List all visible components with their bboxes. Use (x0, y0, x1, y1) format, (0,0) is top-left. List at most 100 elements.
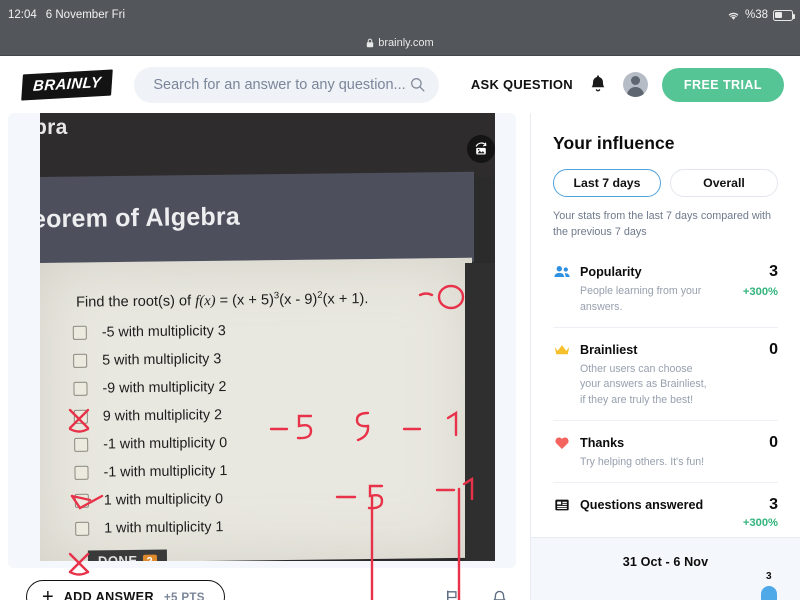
done-button[interactable]: DONE 2 (87, 549, 168, 561)
period-tabs: Last 7 days Overall (553, 169, 778, 197)
stat-description: Try helping others. It's fun! (580, 456, 705, 469)
stat-value: 3 (769, 496, 778, 514)
photo-top-band (40, 113, 495, 177)
question-eq: = (x + 5) (215, 292, 275, 309)
stat-header: Brainliest 0 (553, 341, 778, 359)
stat-name: Brainliest (580, 343, 638, 357)
people-icon (554, 266, 570, 278)
option-list: -5 with multiplicity 3 5 with multiplici… (72, 317, 229, 543)
option-checkbox[interactable] (73, 353, 88, 368)
stat-value: 3 (769, 263, 778, 281)
avatar[interactable] (622, 72, 648, 97)
search-input[interactable] (153, 76, 410, 93)
question-image-card[interactable]: bra eorem of Algebra Find the root(s) of… (8, 113, 516, 568)
stat-brainliest: Brainliest 0 Other users can choose your… (553, 327, 778, 420)
bell-icon[interactable] (587, 74, 609, 96)
ask-question-button[interactable]: ASK QUESTION (471, 77, 573, 92)
chart-bar-value: 3 (765, 571, 772, 582)
stat-delta: +300% (742, 517, 778, 530)
wifi-icon (728, 12, 739, 20)
option-row[interactable]: -1 with multiplicity 1 (74, 457, 228, 487)
brainly-logo[interactable]: BRAINLY (21, 68, 114, 101)
option-label: 9 with multiplicity 2 (102, 407, 223, 425)
page-title: Your influence (553, 133, 675, 153)
question-prefix: Find the root(s) of (75, 293, 196, 311)
option-checkbox[interactable] (74, 493, 89, 508)
add-answer-points: +5 PTS (163, 590, 205, 600)
photo-right-edge (465, 263, 495, 561)
stat-popularity: Popularity 3 People learning from your a… (553, 250, 778, 327)
search-icon[interactable] (410, 77, 425, 92)
question-text: Find the root(s) of f(x) = (x + 5)3(x - … (76, 289, 369, 311)
flag-icon[interactable] (444, 589, 461, 600)
rotate-image-icon (475, 142, 487, 155)
stat-description: Other users can choose your answers as B… (580, 363, 707, 406)
bell-icon[interactable] (491, 589, 508, 600)
weekly-activity-chart: 31 Oct - 6 Nov 3 (531, 537, 800, 600)
chart-title: 31 Oct - 6 Nov (622, 555, 709, 569)
stat-name: Thanks (580, 436, 625, 451)
influence-sidebar: Your influence Last 7 days Overall Your … (530, 113, 800, 600)
stat-name: Questions answered (580, 498, 704, 513)
option-label: 1 with multiplicity 0 (103, 491, 224, 509)
tab-overall[interactable]: Overall (670, 169, 778, 197)
question-mid: (x - 9) (279, 291, 318, 309)
stat-description: People learning from your answers. (580, 285, 702, 313)
option-row[interactable]: 1 with multiplicity 0 (74, 485, 228, 515)
crown-icon (554, 345, 570, 355)
answer-action-bar: + ADD ANSWER +5 PTS (0, 568, 530, 600)
done-badge: 2 (142, 554, 158, 561)
stat-name: Popularity (580, 265, 642, 280)
action-bar-icons (444, 589, 508, 600)
option-row[interactable]: 5 with multiplicity 3 (73, 345, 226, 375)
plus-icon: + (42, 586, 54, 600)
option-label: -9 with multiplicity 2 (102, 379, 227, 397)
stats-list: Popularity 3 People learning from your a… (553, 250, 778, 529)
rotate-image-button[interactable] (467, 135, 495, 163)
sidebar-subtitle: Your stats from the last 7 days compared… (553, 210, 772, 238)
chart-bar (760, 586, 777, 600)
search-bar[interactable] (134, 66, 439, 103)
browser-url-bar[interactable]: brainly.com (0, 30, 800, 56)
stat-header: Questions answered 3 (553, 496, 778, 514)
lock-icon (367, 38, 374, 47)
site-header: BRAINLY ASK QUESTION FREE TRIAL (0, 56, 800, 113)
battery-percent: %38 (744, 9, 768, 21)
page-body: bra eorem of Algebra Find the root(s) of… (0, 113, 800, 600)
battery-icon (773, 9, 796, 21)
free-trial-button[interactable]: FREE TRIAL (661, 67, 784, 102)
question-tail: (x + 1). (322, 291, 369, 308)
option-row[interactable]: -1 with multiplicity 0 (74, 429, 227, 459)
stat-value: 0 (769, 434, 778, 452)
url-text: brainly.com (378, 36, 434, 49)
option-row[interactable]: 9 with multiplicity 2 (73, 401, 227, 431)
photo-heading-main: eorem of Algebra (40, 202, 241, 234)
option-label: -1 with multiplicity 0 (103, 435, 228, 453)
option-row[interactable]: -9 with multiplicity 2 (73, 373, 227, 403)
option-row[interactable]: 1 with multiplicity 1 (75, 513, 228, 543)
stat-delta: +300% (742, 286, 778, 299)
status-bar-left: 12:04 6 November Fri (0, 9, 125, 21)
photo-heading-top: bra (40, 116, 68, 139)
option-checkbox[interactable] (72, 325, 87, 340)
tab-last-7-days[interactable]: Last 7 days (553, 169, 661, 197)
clock-time: 12:04 (8, 9, 37, 21)
option-checkbox[interactable] (75, 521, 90, 536)
stat-value: 0 (769, 341, 778, 358)
os-status-bar: 12:04 6 November Fri %38 (0, 0, 800, 30)
stat-questions-answered: Questions answered 3 +300% (553, 482, 778, 529)
option-label: 5 with multiplicity 3 (102, 351, 222, 369)
add-answer-button[interactable]: + ADD ANSWER +5 PTS (26, 580, 225, 600)
chart-bar-group: 3 (760, 571, 777, 600)
question-column: bra eorem of Algebra Find the root(s) of… (0, 113, 530, 600)
option-checkbox[interactable] (74, 437, 89, 452)
option-checkbox[interactable] (73, 381, 88, 396)
document-icon (555, 500, 569, 511)
question-photo: bra eorem of Algebra Find the root(s) of… (40, 113, 495, 561)
question-x1: (x) (199, 292, 216, 310)
sidebar-content: Your influence Last 7 days Overall Your … (531, 113, 800, 529)
done-label: DONE (97, 552, 138, 561)
option-row[interactable]: -5 with multiplicity 3 (72, 317, 226, 347)
option-checkbox[interactable] (74, 465, 89, 480)
option-checkbox[interactable] (73, 409, 88, 424)
